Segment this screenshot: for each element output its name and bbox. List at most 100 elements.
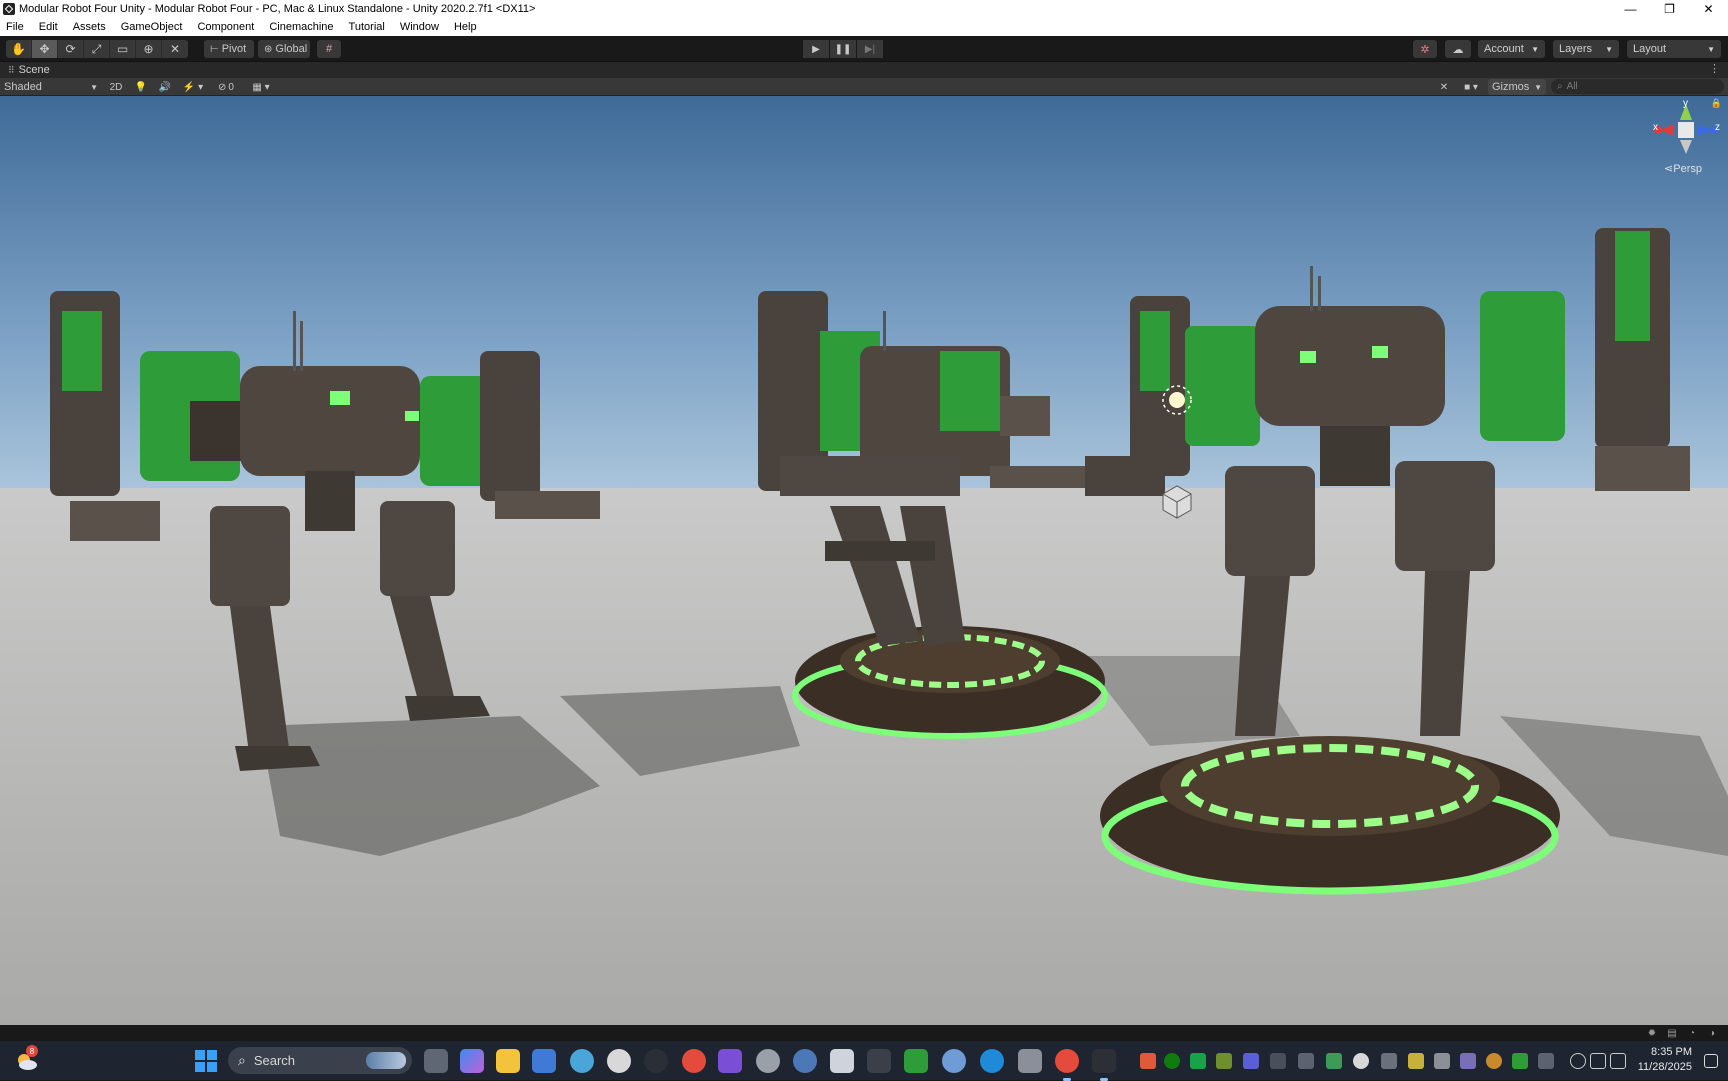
gizmo-axis-z: z — [1715, 122, 1720, 133]
custom-tool-icon[interactable]: ✕ — [162, 40, 188, 58]
menu-gameobject[interactable]: GameObject — [121, 21, 183, 33]
play-icon[interactable]: ▶ — [803, 40, 829, 58]
unity-taskbar-icon[interactable] — [1092, 1049, 1116, 1081]
network-app-icon[interactable] — [942, 1049, 966, 1073]
clapper-icon[interactable] — [718, 1049, 742, 1073]
microsoft-store-icon[interactable] — [532, 1049, 556, 1073]
hidden-objects-toggle[interactable]: ⊘ 0 — [212, 79, 240, 95]
menu-edit[interactable]: Edit — [39, 21, 58, 33]
debug-icon[interactable]: ✹ — [1642, 1026, 1662, 1040]
mode-2d-toggle[interactable]: 2D — [106, 79, 126, 95]
chrome-profile-icon[interactable] — [1055, 1049, 1079, 1081]
tray-green-icon[interactable] — [1512, 1053, 1528, 1069]
projection-toggle[interactable]: ⋖Persp — [1664, 162, 1702, 175]
scene-search-input[interactable]: ⌕ All — [1551, 79, 1724, 94]
grid-snap-button[interactable]: # — [317, 40, 341, 58]
menu-cinemachine[interactable]: Cinemachine — [269, 21, 333, 33]
steam-icon[interactable] — [756, 1049, 780, 1073]
edge-icon[interactable] — [980, 1049, 1004, 1073]
progress-icon[interactable]: ◔ — [1682, 1026, 1702, 1040]
notification-badge: 8 — [26, 1045, 38, 1057]
layers-dropdown[interactable]: Layers ▼ — [1553, 40, 1619, 58]
rotate-tool-icon[interactable]: ⟳ — [58, 40, 84, 58]
chevron-down-icon: ▼ — [1531, 44, 1539, 54]
shading-mode-dropdown[interactable]: Shaded ▼ — [2, 79, 100, 95]
windows-logo-icon — [195, 1050, 205, 1060]
chrome-icon[interactable] — [682, 1049, 706, 1073]
shading-mode-label: Shaded — [4, 81, 42, 93]
taskbar-search[interactable]: ⌕ Search — [228, 1047, 412, 1074]
effects-dropdown-icon[interactable]: ⚡ ▾ — [180, 79, 206, 95]
pivot-toggle[interactable]: ⊢ Pivot — [204, 40, 254, 58]
play-controls: ▶ ❚❚ ▶| — [803, 40, 884, 58]
tray-sync-icon[interactable] — [1538, 1053, 1554, 1069]
menu-component[interactable]: Component — [197, 21, 254, 33]
tray-k-icon[interactable] — [1190, 1053, 1206, 1069]
menu-window[interactable]: Window — [400, 21, 439, 33]
menu-assets[interactable]: Assets — [73, 21, 106, 33]
globe-icon: ⊛ — [264, 43, 273, 55]
move-tool-icon[interactable]: ✥ — [32, 40, 58, 58]
g-hub-icon[interactable] — [1353, 1053, 1369, 1069]
eye-slash-icon: ⊘ — [218, 81, 227, 93]
step-icon[interactable]: ▶| — [857, 40, 883, 58]
taskbar-clock[interactable]: 8:35 PM 11/28/2025 — [1638, 1045, 1692, 1075]
tray-shield-icon[interactable] — [1326, 1053, 1342, 1069]
settings-status-icon[interactable]: ◑ — [1702, 1026, 1722, 1040]
pause-icon[interactable]: ❚❚ — [830, 40, 856, 58]
gizmos-dropdown[interactable]: Gizmos ▼ — [1488, 79, 1546, 95]
tools-icon[interactable]: ✕ — [1436, 79, 1452, 95]
menu-tutorial[interactable]: Tutorial — [349, 21, 385, 33]
tray-orange-icon[interactable] — [1486, 1053, 1502, 1069]
snipping-tool-icon[interactable] — [830, 1049, 854, 1073]
cloud-button[interactable]: ☁ — [1445, 40, 1471, 58]
tab-menu-icon[interactable]: ⋮ — [1709, 62, 1720, 75]
nvidia-icon[interactable] — [904, 1049, 928, 1073]
task-view-icon[interactable] — [424, 1049, 448, 1073]
menu-help[interactable]: Help — [454, 21, 477, 33]
close-button[interactable]: ✕ — [1689, 0, 1728, 18]
scale-tool-icon[interactable]: ⤢ — [84, 40, 110, 58]
audio-toggle-icon[interactable]: 🔊 — [156, 79, 174, 95]
minimize-button[interactable]: — — [1611, 0, 1650, 18]
layout-dropdown[interactable]: Layout ▼ — [1627, 40, 1721, 58]
tray-yellow-icon[interactable] — [1408, 1053, 1424, 1069]
tray-a-icon[interactable] — [1216, 1053, 1232, 1069]
tray-purple-icon[interactable] — [1460, 1053, 1476, 1069]
xbox-icon[interactable] — [1164, 1053, 1180, 1069]
rect-tool-icon[interactable]: ▭ — [110, 40, 136, 58]
camera-dropdown-icon[interactable]: ■ ▾ — [1458, 79, 1484, 95]
layers-status-icon[interactable]: ▤ — [1662, 1026, 1682, 1040]
globe-app-icon[interactable] — [793, 1049, 817, 1073]
lock-icon[interactable]: 🔒 — [1711, 98, 1722, 109]
scene-viewport[interactable]: y x z 🔒 ⋖Persp — [0, 96, 1728, 1025]
notification-center-icon[interactable] — [1704, 1054, 1718, 1068]
collab-button[interactable]: ✲ — [1413, 40, 1437, 58]
app-dark-icon[interactable] — [644, 1049, 668, 1073]
tab-scene[interactable]: ⠿ Scene — [0, 64, 50, 76]
battery-icon[interactable] — [1610, 1053, 1626, 1069]
copilot-icon[interactable] — [460, 1049, 484, 1073]
app-grid-icon[interactable] — [867, 1049, 891, 1073]
grid-visibility-dropdown-icon[interactable]: ▦ ▾ — [246, 79, 276, 95]
tray-text-icon[interactable] — [1434, 1053, 1450, 1069]
maximize-button[interactable]: ❐ — [1650, 0, 1689, 18]
wifi-icon[interactable] — [1570, 1053, 1586, 1069]
account-dropdown[interactable]: Account ▼ — [1478, 40, 1545, 58]
start-button[interactable] — [195, 1050, 217, 1072]
global-toggle[interactable]: ⊛ Global — [258, 40, 310, 58]
tray-app-icon[interactable] — [1140, 1053, 1156, 1069]
file-explorer-icon[interactable] — [496, 1049, 520, 1073]
usb-app-icon[interactable] — [1018, 1049, 1042, 1073]
cube-tray-icon[interactable] — [1298, 1053, 1314, 1069]
menu-file[interactable]: File — [6, 21, 24, 33]
hand-tool-icon[interactable]: ✋ — [6, 40, 32, 58]
transform-tool-icon[interactable]: ⊕ — [136, 40, 162, 58]
visual-studio-icon[interactable] — [1270, 1053, 1286, 1069]
teams-icon[interactable] — [1243, 1053, 1259, 1069]
lighting-toggle-icon[interactable]: 💡 — [132, 79, 150, 95]
alienware-icon[interactable] — [607, 1049, 631, 1073]
volume-icon[interactable] — [1590, 1053, 1606, 1069]
cloud-tray-icon[interactable] — [1381, 1053, 1397, 1069]
paint-app-icon[interactable] — [570, 1049, 594, 1073]
